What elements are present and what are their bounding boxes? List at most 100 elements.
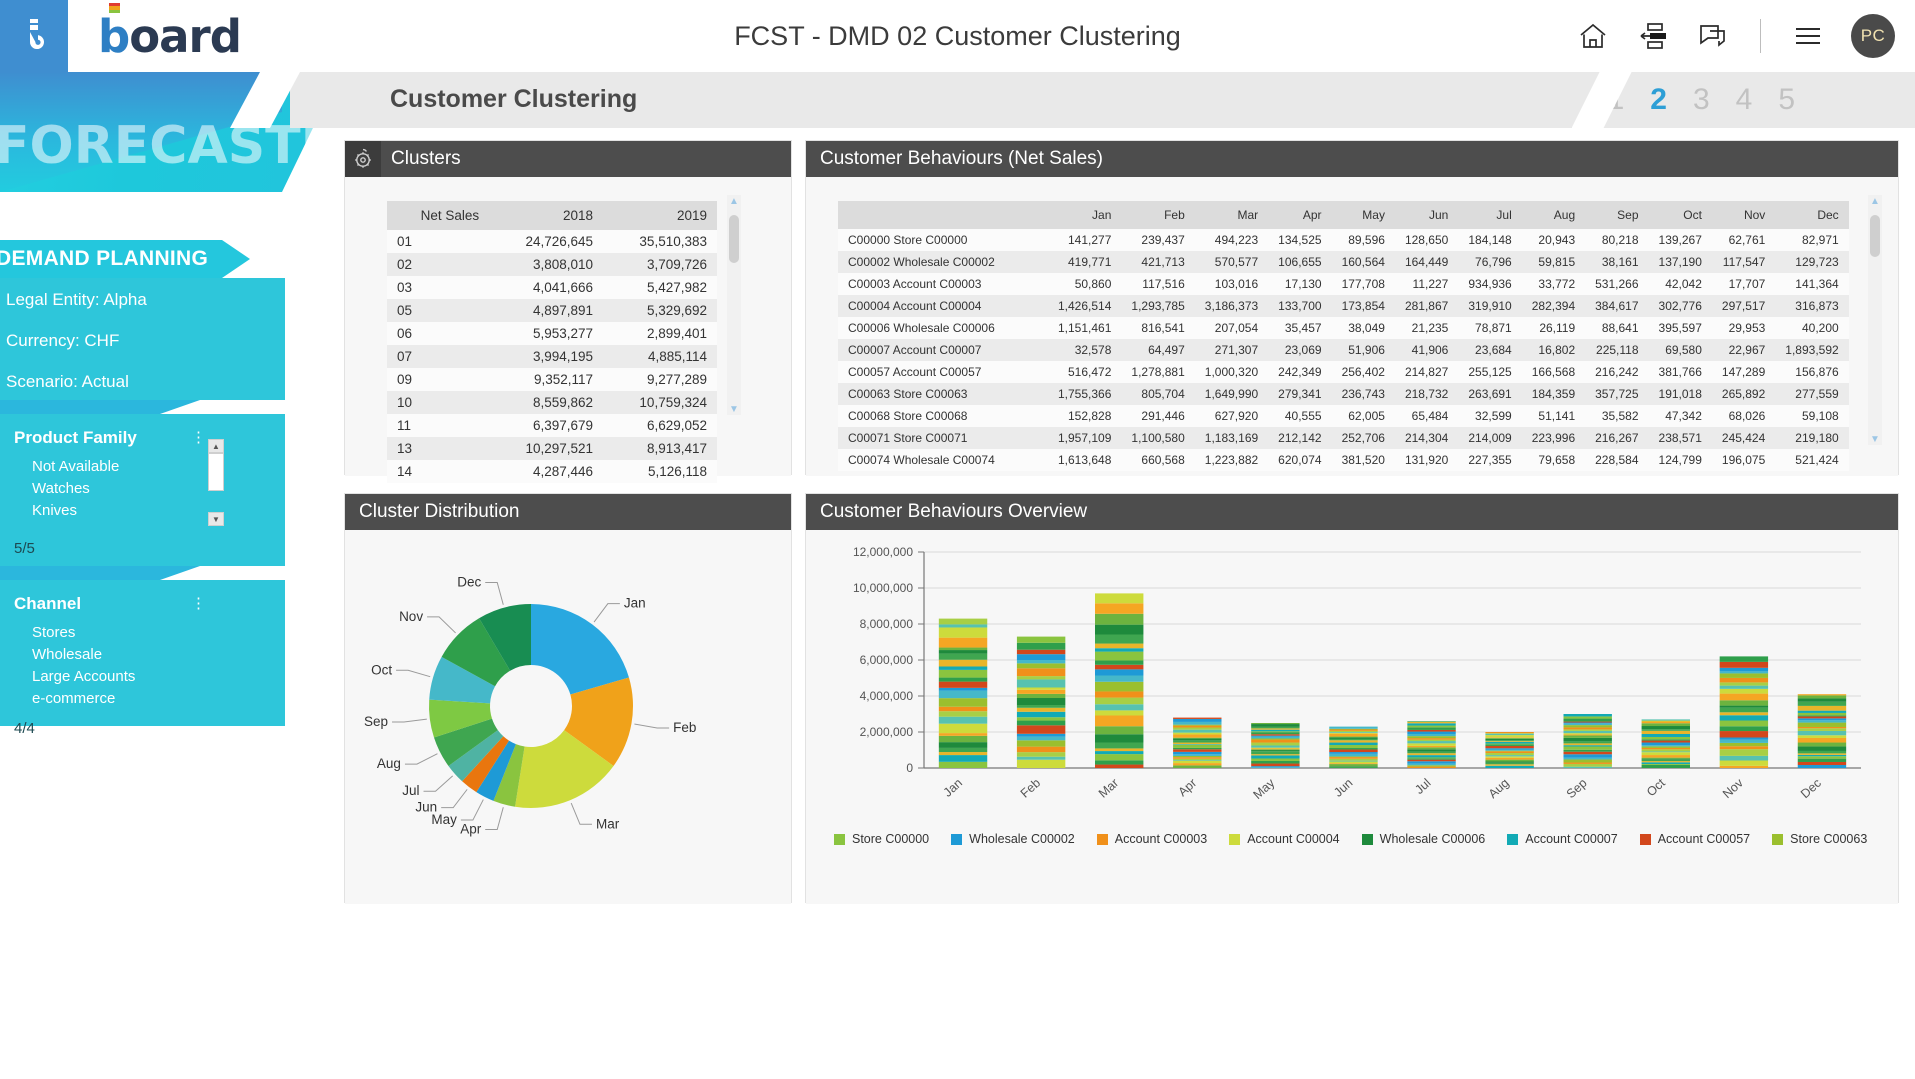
bar-segment[interactable] bbox=[1563, 749, 1612, 752]
bar-segment[interactable] bbox=[1173, 729, 1222, 733]
bar-segment[interactable] bbox=[1407, 725, 1456, 728]
channel-item-0[interactable]: Stores bbox=[0, 622, 285, 644]
bar-segment[interactable] bbox=[1719, 688, 1769, 694]
bar-segment[interactable] bbox=[938, 690, 988, 699]
bar-segment[interactable] bbox=[1563, 714, 1612, 717]
bar-segment[interactable] bbox=[1329, 749, 1378, 753]
bar-segment[interactable] bbox=[1407, 721, 1456, 722]
bar-segment[interactable] bbox=[1329, 736, 1378, 738]
step-2[interactable]: 2 bbox=[1650, 83, 1667, 117]
bar-segment[interactable] bbox=[1563, 730, 1612, 734]
bar-segment[interactable] bbox=[1095, 681, 1144, 692]
bar-segment[interactable] bbox=[1641, 733, 1690, 737]
bar-segment[interactable] bbox=[1797, 750, 1847, 754]
bar-segment[interactable] bbox=[1329, 730, 1378, 733]
bar-segment[interactable] bbox=[1251, 766, 1300, 768]
bar-segment[interactable] bbox=[1407, 733, 1456, 737]
step-4[interactable]: 4 bbox=[1736, 83, 1753, 117]
bar-segment[interactable] bbox=[1016, 759, 1066, 768]
bar-segment[interactable] bbox=[1797, 746, 1847, 751]
bar-segment[interactable] bbox=[1641, 742, 1690, 746]
bar-segment[interactable] bbox=[1251, 739, 1300, 743]
bar-segment[interactable] bbox=[1251, 742, 1300, 746]
bar-segment[interactable] bbox=[938, 755, 988, 762]
table-row[interactable]: C00074 Wholesale C00074 1,613,648 660,568 1… bbox=[838, 449, 1849, 471]
bar-segment[interactable] bbox=[1641, 730, 1690, 734]
bar-segment[interactable] bbox=[1563, 716, 1612, 719]
bar-segment[interactable] bbox=[1719, 731, 1769, 738]
bar-segment[interactable] bbox=[1641, 745, 1690, 747]
bar-segment[interactable] bbox=[1016, 756, 1066, 760]
bar-segment[interactable] bbox=[1251, 755, 1300, 759]
bar-segment[interactable] bbox=[1173, 757, 1222, 759]
bar-segment[interactable] bbox=[1641, 736, 1690, 740]
bar-segment[interactable] bbox=[1485, 765, 1534, 768]
table-row[interactable]: C00003 Account C00003 50,860 117,516 103,01… bbox=[838, 273, 1849, 295]
bar-segment[interactable] bbox=[1485, 733, 1534, 734]
bar-segment[interactable] bbox=[1563, 754, 1612, 758]
bar-segment[interactable] bbox=[938, 647, 988, 651]
bar-segment[interactable] bbox=[1095, 634, 1144, 644]
bar-segment[interactable] bbox=[1407, 757, 1456, 759]
bar-segment[interactable] bbox=[1485, 743, 1534, 745]
bar-segment[interactable] bbox=[1095, 664, 1144, 670]
bar-segment[interactable] bbox=[1407, 747, 1456, 750]
bar-segment[interactable] bbox=[1719, 739, 1769, 743]
bar-segment[interactable] bbox=[1173, 740, 1222, 743]
channel-item-3[interactable]: e-commerce bbox=[0, 688, 285, 710]
bar-segment[interactable] bbox=[1329, 753, 1378, 757]
legend-item[interactable]: Wholesale C00006 bbox=[1361, 832, 1485, 846]
table-row[interactable]: C00071 Store C00071 1,957,109 1,100,580 1,1… bbox=[838, 427, 1849, 449]
bar-segment[interactable] bbox=[1095, 691, 1144, 698]
bar-segment[interactable] bbox=[1641, 739, 1690, 741]
bar-segment[interactable] bbox=[1797, 722, 1847, 727]
bar-segment[interactable] bbox=[1797, 694, 1847, 696]
bar-segment[interactable] bbox=[1641, 761, 1690, 763]
bar-segment[interactable] bbox=[1251, 734, 1300, 736]
gear-refresh-icon[interactable] bbox=[345, 141, 381, 177]
bar-segment[interactable] bbox=[1016, 698, 1066, 706]
bar-segment[interactable] bbox=[1016, 711, 1066, 718]
bar-segment[interactable] bbox=[1173, 765, 1222, 768]
bar-segment[interactable] bbox=[1797, 764, 1847, 768]
bar-segment[interactable] bbox=[1719, 742, 1769, 747]
bar-segment[interactable] bbox=[1251, 732, 1300, 735]
bar-segment[interactable] bbox=[1173, 742, 1222, 745]
bar-segment[interactable] bbox=[938, 659, 988, 667]
bar-segment[interactable] bbox=[938, 653, 988, 660]
bar-segment[interactable] bbox=[938, 677, 988, 682]
bar-segment[interactable] bbox=[1797, 754, 1847, 757]
bar-segment[interactable] bbox=[1485, 741, 1534, 744]
bar-segment[interactable] bbox=[1797, 737, 1847, 743]
bar-segment[interactable] bbox=[938, 747, 988, 753]
bar-segment[interactable] bbox=[1016, 707, 1066, 712]
bar-segment[interactable] bbox=[1641, 723, 1690, 727]
bar-segment[interactable] bbox=[1329, 757, 1378, 759]
bar-segment[interactable] bbox=[938, 752, 988, 756]
bar-segment[interactable] bbox=[1563, 735, 1612, 738]
bar-segment[interactable] bbox=[1797, 705, 1847, 711]
bar-segment[interactable] bbox=[1095, 710, 1144, 716]
bar-segment[interactable] bbox=[938, 711, 988, 717]
bar-segment[interactable] bbox=[1095, 754, 1144, 761]
bar-segment[interactable] bbox=[1719, 685, 1769, 689]
table-row[interactable]: 07 3,994,195 4,885,114 bbox=[387, 345, 717, 368]
bar-segment[interactable] bbox=[1719, 765, 1769, 768]
bar-segment[interactable] bbox=[1329, 758, 1378, 761]
channel-item-2[interactable]: Large Accounts bbox=[0, 666, 285, 688]
bar-segment[interactable] bbox=[1485, 735, 1534, 738]
bar-segment[interactable] bbox=[1407, 743, 1456, 746]
bar-segment[interactable] bbox=[1173, 744, 1222, 745]
bar-segment[interactable] bbox=[1797, 753, 1847, 755]
bar-segment[interactable] bbox=[1719, 720, 1769, 727]
bar-segment[interactable] bbox=[1173, 751, 1222, 755]
bar-segment[interactable] bbox=[1563, 741, 1612, 744]
bar-segment[interactable] bbox=[1563, 737, 1612, 742]
bar-segment[interactable] bbox=[1485, 749, 1534, 751]
bar-segment[interactable] bbox=[1329, 729, 1378, 731]
bar-segment[interactable] bbox=[1797, 716, 1847, 719]
bar-segment[interactable] bbox=[1407, 723, 1456, 726]
bar-segment[interactable] bbox=[1251, 758, 1300, 761]
bar-segment[interactable] bbox=[1329, 733, 1378, 737]
bar-segment[interactable] bbox=[1641, 726, 1690, 730]
